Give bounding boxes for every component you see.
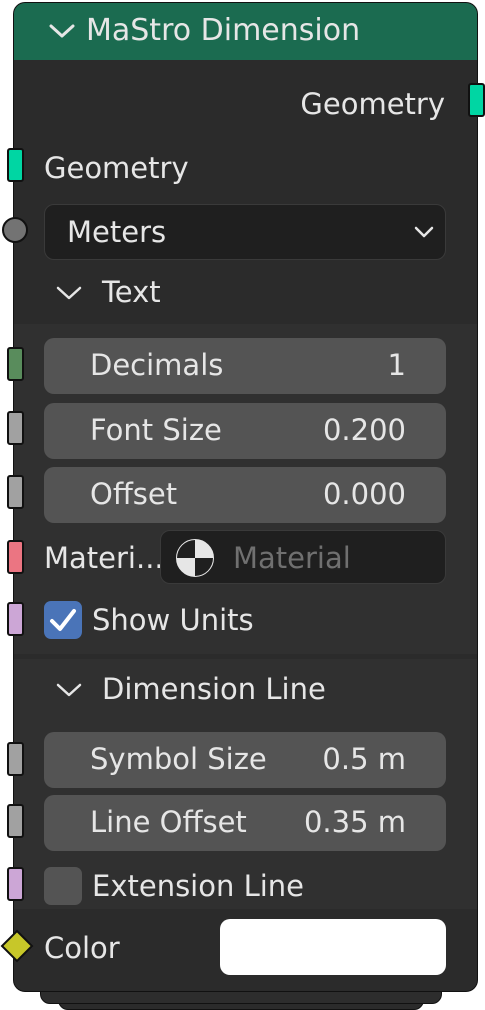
decimals-socket[interactable]: [7, 347, 24, 381]
font-size-field[interactable]: Font Size 0.200: [44, 403, 446, 459]
font-size-socket[interactable]: [7, 411, 24, 445]
output-geometry-socket[interactable]: [468, 83, 485, 117]
color-swatch[interactable]: [220, 919, 446, 975]
text-section-label: Text: [102, 275, 161, 309]
material-placeholder: Material: [233, 541, 351, 575]
symbol-size-field[interactable]: Symbol Size 0.5 m: [44, 732, 446, 788]
unit-dropdown-value: Meters: [67, 215, 167, 249]
collapse-chevron-icon[interactable]: [49, 23, 75, 39]
unit-dropdown[interactable]: Meters: [44, 204, 446, 260]
node-stack-shadow-1: [40, 990, 442, 1004]
show-units-socket[interactable]: [7, 602, 24, 636]
offset-field[interactable]: Offset 0.000: [44, 467, 446, 523]
line-offset-field[interactable]: Line Offset 0.35 m: [44, 795, 446, 851]
symbol-size-socket[interactable]: [7, 742, 24, 776]
symbol-size-label: Symbol Size: [90, 742, 267, 776]
node-header[interactable]: MaStro Dimension: [14, 3, 477, 60]
output-geometry-label: Geometry: [300, 87, 445, 121]
extension-line-checkbox[interactable]: [44, 867, 82, 905]
extension-line-label: Extension Line: [92, 869, 305, 903]
color-socket-diamond-icon[interactable]: [0, 929, 34, 963]
decimals-label: Decimals: [90, 348, 224, 382]
collapse-chevron-icon[interactable]: [56, 682, 82, 698]
node-title: MaStro Dimension: [86, 13, 361, 48]
color-label: Color: [44, 931, 120, 965]
font-size-value: 0.200: [322, 413, 406, 447]
input-geometry-label: Geometry: [44, 151, 189, 185]
show-units-checkbox[interactable]: [44, 601, 82, 639]
line-offset-value: 0.35 m: [303, 805, 406, 839]
show-units-label: Show Units: [92, 603, 254, 637]
symbol-size-value: 0.5 m: [322, 742, 406, 776]
decimals-field[interactable]: Decimals 1: [44, 338, 446, 394]
extension-line-socket[interactable]: [7, 867, 24, 901]
input-geometry-socket[interactable]: [7, 148, 24, 182]
material-icon: [176, 539, 214, 577]
unit-socket[interactable]: [2, 217, 28, 243]
offset-label: Offset: [90, 477, 178, 511]
line-offset-socket[interactable]: [7, 804, 24, 838]
chevron-down-icon: [414, 226, 434, 238]
mastro-dimension-node[interactable]: MaStro Dimension Geometry Geometry Meter…: [13, 2, 478, 992]
font-size-label: Font Size: [90, 413, 222, 447]
dimension-line-section-label: Dimension Line: [102, 672, 326, 706]
decimals-value: 1: [387, 348, 406, 382]
material-field[interactable]: Material: [160, 530, 446, 584]
checkmark-icon: [50, 609, 76, 631]
material-label: Materi...: [44, 541, 164, 575]
line-offset-label: Line Offset: [90, 805, 247, 839]
offset-socket[interactable]: [7, 475, 24, 509]
offset-value: 0.000: [322, 477, 406, 511]
collapse-chevron-icon[interactable]: [56, 285, 82, 301]
material-socket[interactable]: [7, 540, 24, 574]
